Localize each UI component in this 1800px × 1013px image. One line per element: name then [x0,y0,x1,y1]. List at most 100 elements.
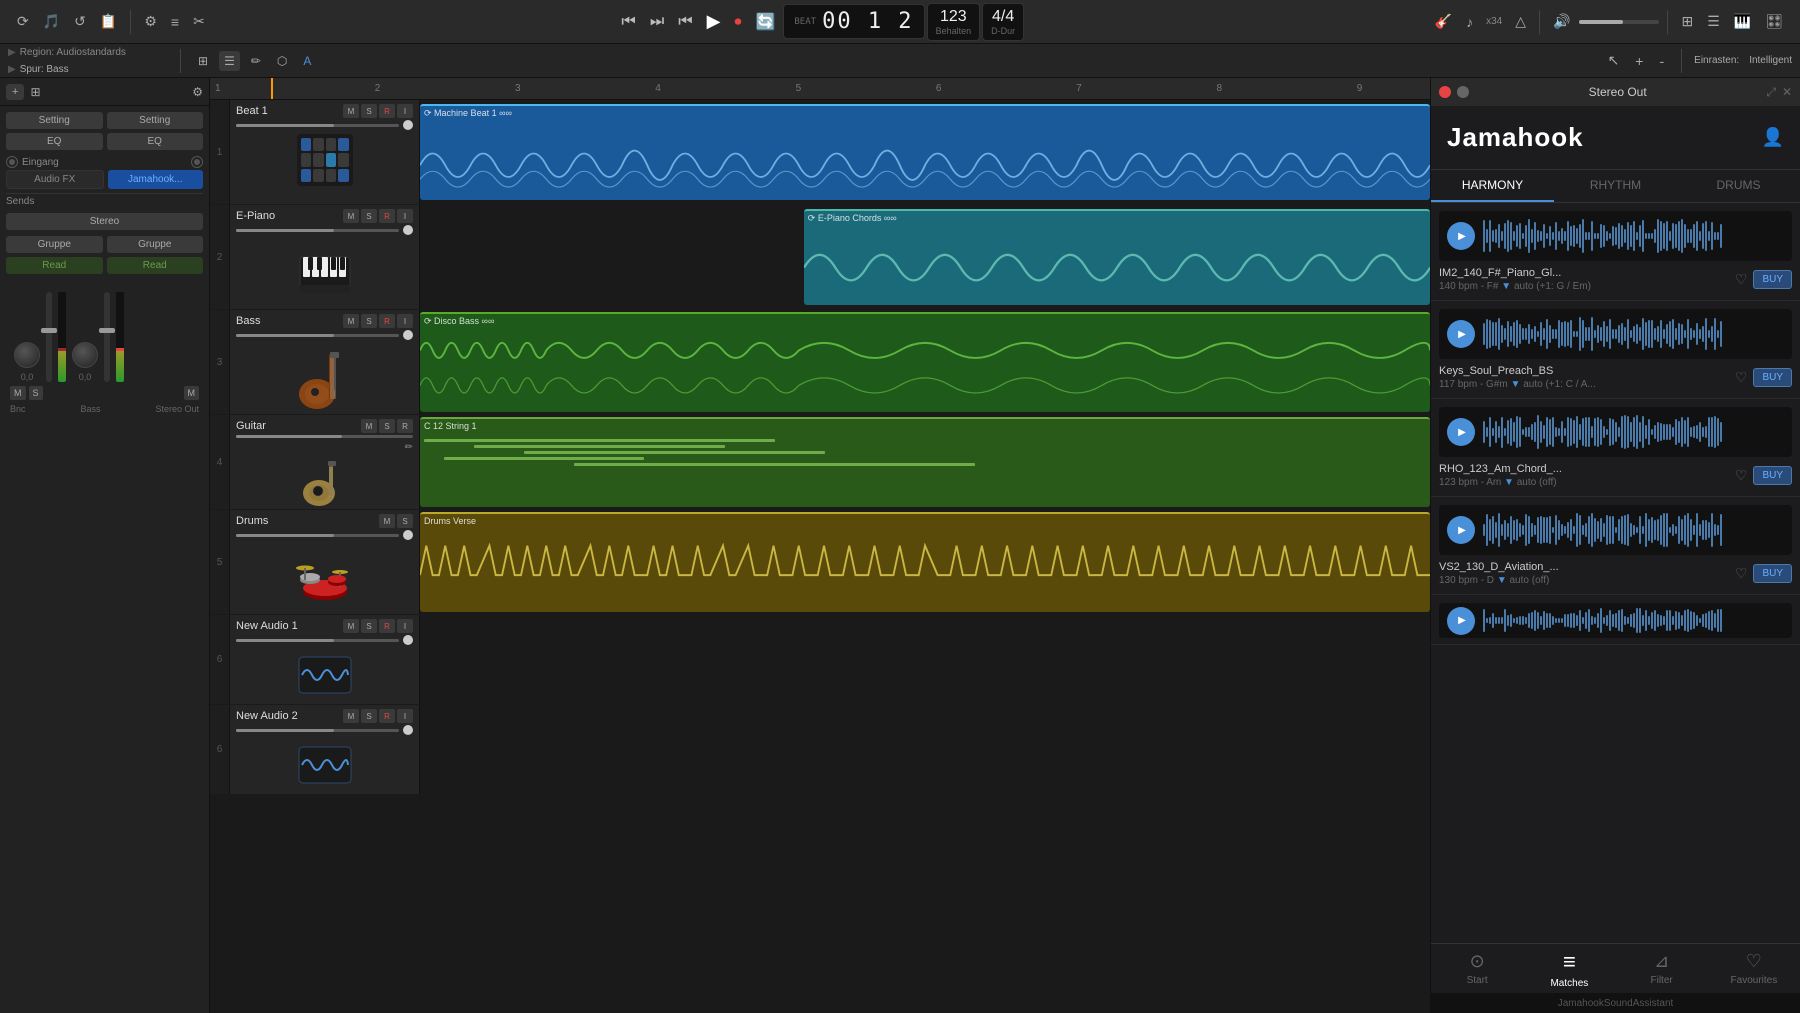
info-1[interactable]: I [397,104,413,118]
list-view-btn[interactable]: ☰ [1702,10,1725,33]
vol-slider-4[interactable] [236,435,413,438]
eq-btn-1[interactable]: EQ [6,133,103,150]
buy-btn-1[interactable]: BUY [1753,270,1792,289]
add-track-btn[interactable]: + [6,84,24,100]
solo-btn[interactable]: S [29,386,43,400]
fav-btn-4[interactable]: ♡ [1735,565,1748,582]
snap-btn[interactable]: ⬡ [272,51,292,71]
info-2[interactable]: I [397,209,413,223]
mute-btn[interactable]: M [10,386,26,400]
buy-btn-3[interactable]: BUY [1753,466,1792,485]
edit-mode-btn[interactable]: ✏ [246,51,266,71]
vol-slider-6b[interactable] [236,729,399,732]
vol-slider-3[interactable] [236,334,399,337]
pan-3[interactable] [403,330,413,340]
region-label[interactable]: ▶ Region: Audiostandards [8,47,168,58]
solo-5[interactable]: S [397,514,413,528]
footer-tab-start[interactable]: ⊙ Start [1431,944,1523,993]
mixer-btn[interactable]: ≡ [166,11,184,33]
fast-forward-btn[interactable]: ⏭ [644,9,670,35]
fav-btn-2[interactable]: ♡ [1735,369,1748,386]
gruppe-btn-2[interactable]: Gruppe [107,236,204,253]
vol-slider-track[interactable] [1579,20,1659,24]
solo-6a[interactable]: S [361,619,377,633]
solo-3[interactable]: S [361,314,377,328]
buy-btn-4[interactable]: BUY [1753,564,1792,583]
tab-rhythm[interactable]: RHYTHM [1554,170,1677,202]
rec-2[interactable]: R [379,209,395,223]
tab-drums[interactable]: DRUMS [1677,170,1800,202]
pan-5[interactable] [403,530,413,540]
mixer-panel-btn[interactable]: 🎛 [1760,10,1788,33]
rec-6b[interactable]: R [379,709,395,723]
signature-box[interactable]: 4/4 D-Dur [982,3,1024,41]
vol-slider-2[interactable] [236,229,399,232]
eq-btn-2[interactable]: EQ [107,133,204,150]
tune-btn[interactable]: ⚙ [139,10,162,33]
notes-btn[interactable]: ♪ [1461,11,1478,33]
footer-tab-filter[interactable]: ⊿ Filter [1616,944,1708,993]
pan-knob-2[interactable] [72,342,98,368]
mute-2[interactable]: M [343,209,359,223]
stereo-btn[interactable]: Stereo [6,213,203,230]
solo-2[interactable]: S [361,209,377,223]
info-6b[interactable]: I [397,709,413,723]
clip-guitar[interactable]: C 12 String 1 [420,417,1430,507]
play-btn[interactable]: ▶ [701,7,727,36]
lane-3[interactable]: ⟳ Disco Bass ∞∞ [420,310,1430,414]
mute-1[interactable]: M [343,104,359,118]
list-mode-btn[interactable]: ☰ [219,51,240,71]
track-settings-btn[interactable]: ⚙ [192,85,203,99]
rec-3[interactable]: R [379,314,395,328]
snap-ctrl[interactable]: + [1630,50,1648,72]
rec-6a[interactable]: R [379,619,395,633]
cycle-mode-btn[interactable]: 🔄 [749,8,781,36]
pointer-btn[interactable]: ↖ [1603,49,1625,72]
vol-icon[interactable]: 🔊 [1548,10,1575,33]
pan-1[interactable] [403,120,413,130]
fader-2[interactable] [104,292,110,382]
vol-slider-6a[interactable] [236,639,399,642]
rec-4[interactable]: R [397,419,413,433]
read-btn-2[interactable]: Read [107,257,204,274]
clip-beat1[interactable]: ⟳ Machine Beat 1 ∞∞ [420,104,1430,200]
footer-tab-favourites[interactable]: ♡ Favourites [1708,944,1800,993]
mute-5[interactable]: M [379,514,395,528]
metronome-btn[interactable]: 🎵 [38,10,65,33]
spur-label[interactable]: ▶ Spur: Bass [8,60,168,75]
back-btn[interactable]: ⟳ [12,10,34,33]
vol-slider-5[interactable] [236,534,399,537]
user-icon-btn[interactable]: 👤 [1762,127,1784,148]
close-dot[interactable] [1439,86,1451,98]
cycle-btn[interactable]: ↺ [69,10,91,33]
gruppe-btn-1[interactable]: Gruppe [6,236,103,253]
mute-4[interactable]: M [361,419,377,433]
tempo-box[interactable]: 123 Behalten [927,3,981,41]
buy-btn-2[interactable]: BUY [1753,368,1792,387]
setting-btn-2[interactable]: Setting [107,112,204,129]
plugin-close-btn[interactable]: ✕ [1782,85,1792,99]
lane-6b[interactable] [420,705,1430,794]
plugin-expand-btn[interactable]: ⤢ [1766,85,1776,100]
piano-roll-btn[interactable]: 🎹 [1729,10,1756,33]
export-btn[interactable]: △ [1510,10,1531,33]
clip-bass[interactable]: ⟳ Disco Bass ∞∞ [420,312,1430,412]
read-btn-1[interactable]: Read [6,257,103,274]
mono-btn[interactable]: M [184,386,200,400]
pan-2[interactable] [403,225,413,235]
grid-view-btn[interactable]: ⊞ [1676,10,1698,33]
solo-1[interactable]: S [361,104,377,118]
mute-6a[interactable]: M [343,619,359,633]
min-dot[interactable] [1457,86,1469,98]
lane-5[interactable]: Drums Verse [420,510,1430,614]
grid-mode-btn[interactable]: ⊞ [193,51,213,71]
lane-1[interactable]: ⟳ Machine Beat 1 ∞∞ [420,100,1430,204]
rec-1[interactable]: R [379,104,395,118]
play-result-3[interactable] [1447,418,1475,446]
setting-btn-1[interactable]: Setting [6,112,103,129]
lane-6a[interactable] [420,615,1430,704]
rewind-btn[interactable]: ⏮ [615,9,641,35]
score-btn[interactable]: 📋 [95,10,122,33]
play-result-2[interactable] [1447,320,1475,348]
pan-6b[interactable] [403,725,413,735]
